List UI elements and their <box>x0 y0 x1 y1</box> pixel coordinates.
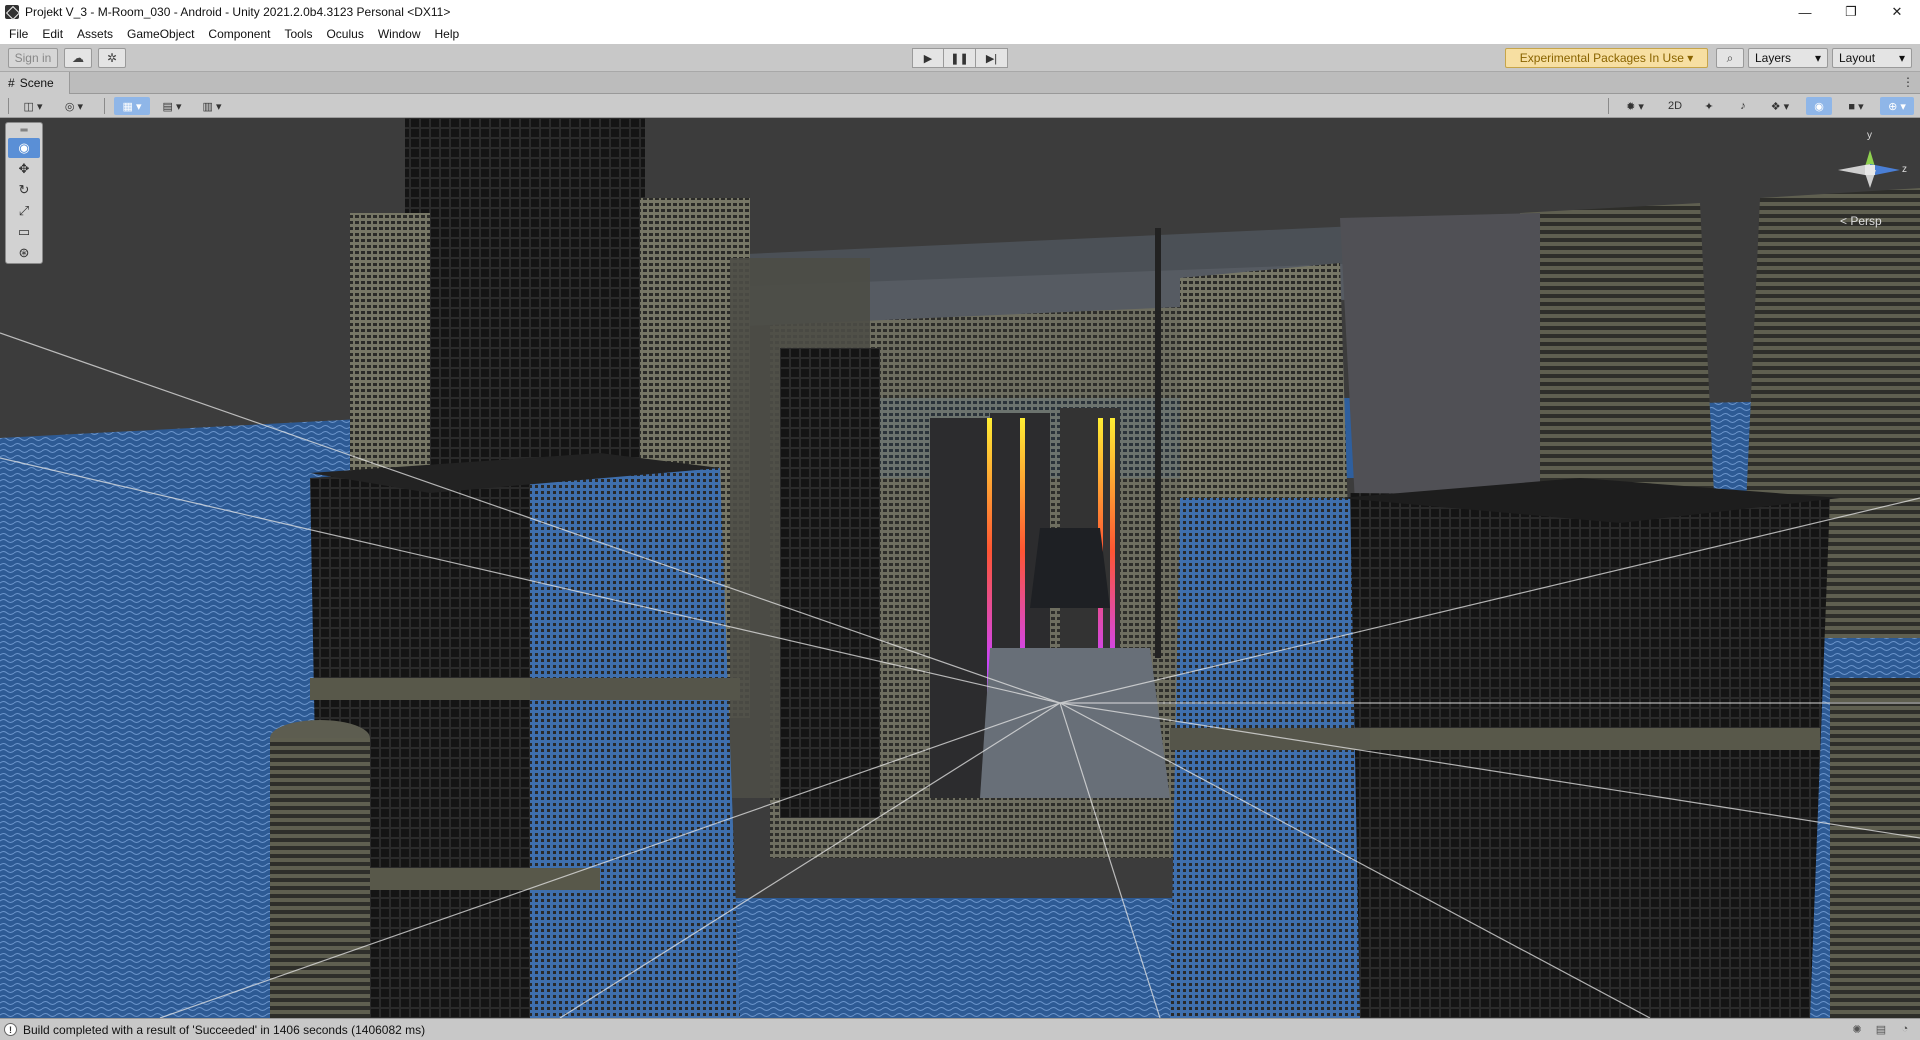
menu-window[interactable]: Window <box>371 24 428 44</box>
menu-edit[interactable]: Edit <box>35 24 70 44</box>
title-bar: Projekt V_3 - M-Room_030 - Android - Uni… <box>0 0 1920 24</box>
scene-render <box>0 118 1920 1018</box>
chevron-down-icon: ▾ <box>1814 51 1821 65</box>
menu-oculus[interactable]: Oculus <box>319 24 370 44</box>
progress-icon[interactable]: ◔ <box>1898 1022 1912 1036</box>
tab-menu-icon[interactable]: ⋮ <box>1902 75 1914 89</box>
pause-button[interactable]: ❚❚ <box>944 48 976 68</box>
grid-snap-icon[interactable]: ▦ ▾ <box>114 97 150 115</box>
step-button[interactable]: ▶| <box>976 48 1008 68</box>
sign-in-button[interactable]: Sign in <box>8 48 58 68</box>
separator <box>104 98 105 114</box>
scale-tool-icon[interactable]: ⤢ <box>8 201 40 221</box>
menu-gameobject[interactable]: GameObject <box>120 24 201 44</box>
info-icon: ! <box>4 1023 17 1036</box>
gizmo-z-label: z <box>1902 164 1907 175</box>
layers-label: Layers <box>1755 51 1792 65</box>
hidden-objects-icon[interactable]: ◉ <box>1806 97 1832 115</box>
move-tool-icon[interactable]: ✥ <box>8 159 40 179</box>
grid-icon: # <box>8 76 15 90</box>
scene-toolbar: ◫ ▾ ◎ ▾ ▦ ▾ ▤ ▾ ▥ ▾ ✹ ▾ 2D ✦ ♪ ❖ ▾ ◉ ■ ▾… <box>0 94 1920 118</box>
layout-label: Layout <box>1839 51 1876 65</box>
menu-file[interactable]: File <box>2 24 35 44</box>
gizmo-center[interactable] <box>1865 165 1875 175</box>
gizmo-y-label: y <box>1867 130 1872 141</box>
play-button[interactable]: ▶ <box>912 48 944 68</box>
experimental-packages-button[interactable]: Experimental Packages In Use ▾ <box>1505 48 1708 68</box>
rotate-tool-icon[interactable]: ↻ <box>8 180 40 200</box>
menu-bar: File Edit Assets GameObject Component To… <box>0 24 1920 44</box>
grid-toggle-icon[interactable]: ▤ ▾ <box>154 97 190 115</box>
status-bar: ! Build completed with a result of 'Succ… <box>0 1018 1920 1040</box>
panel-grip-icon[interactable]: ═ <box>8 123 40 137</box>
tab-scene[interactable]: # Scene <box>0 72 70 94</box>
scene-viewport[interactable] <box>0 118 1920 1018</box>
restore-button[interactable]: ❐ <box>1828 0 1874 24</box>
gizmos-icon[interactable]: ⊕ ▾ <box>1880 97 1914 115</box>
layers-dropdown[interactable]: Layers ▾ <box>1748 48 1828 68</box>
audio-icon[interactable]: ♪ <box>1730 97 1756 115</box>
transform-tool-icon[interactable]: ⊛ <box>8 243 40 263</box>
menu-help[interactable]: Help <box>428 24 467 44</box>
search-icon[interactable]: ⌕ <box>1716 48 1744 68</box>
close-button[interactable]: ✕ <box>1874 0 1920 24</box>
effects-icon[interactable]: ❖ ▾ <box>1762 97 1798 115</box>
view-tool-icon[interactable]: ◉ <box>8 138 40 158</box>
separator <box>8 98 9 114</box>
menu-component[interactable]: Component <box>201 24 277 44</box>
globe-icon[interactable]: ◎ ▾ <box>56 97 92 115</box>
2d-toggle-button[interactable]: 2D <box>1660 97 1690 115</box>
camera-icon[interactable]: ■ ▾ <box>1838 97 1874 115</box>
cloud-icon[interactable]: ☁ <box>64 48 92 68</box>
chevron-down-icon: ▾ <box>1898 51 1905 65</box>
draw-mode-icon[interactable]: ◫ ▾ <box>16 97 50 115</box>
separator <box>1608 98 1609 114</box>
window-title: Projekt V_3 - M-Room_030 - Android - Uni… <box>25 5 451 19</box>
status-icons: ✺ ▤ ◔ <box>1850 1022 1912 1036</box>
transform-tools-panel: ═ ◉ ✥ ↻ ⤢ ▭ ⊛ <box>5 122 43 264</box>
window-controls: — ❐ ✕ <box>1782 0 1920 24</box>
rect-tool-icon[interactable]: ▭ <box>8 222 40 242</box>
scene-tab-strip: # Scene ⋮ <box>0 72 1920 94</box>
unity-logo-icon <box>5 5 19 19</box>
tab-scene-label: Scene <box>19 76 54 90</box>
minimize-button[interactable]: — <box>1782 0 1828 24</box>
bug-icon[interactable]: ✺ <box>1850 1022 1864 1036</box>
increment-snap-icon[interactable]: ▥ ▾ <box>194 97 230 115</box>
cache-icon[interactable]: ▤ <box>1874 1022 1888 1036</box>
playback-controls: ▶ ❚❚ ▶| <box>912 48 1008 68</box>
layout-dropdown[interactable]: Layout ▾ <box>1832 48 1912 68</box>
main-toolbar: Sign in ☁ ✲ ▶ ❚❚ ▶| Experimental Package… <box>0 44 1920 72</box>
menu-assets[interactable]: Assets <box>70 24 120 44</box>
status-message[interactable]: Build completed with a result of 'Succee… <box>23 1023 425 1037</box>
collab-icon[interactable]: ✲ <box>98 48 126 68</box>
persp-label[interactable]: < Persp <box>1840 214 1882 228</box>
shading-icon[interactable]: ✹ ▾ <box>1618 97 1652 115</box>
menu-tools[interactable]: Tools <box>277 24 319 44</box>
lighting-icon[interactable]: ✦ <box>1696 97 1722 115</box>
